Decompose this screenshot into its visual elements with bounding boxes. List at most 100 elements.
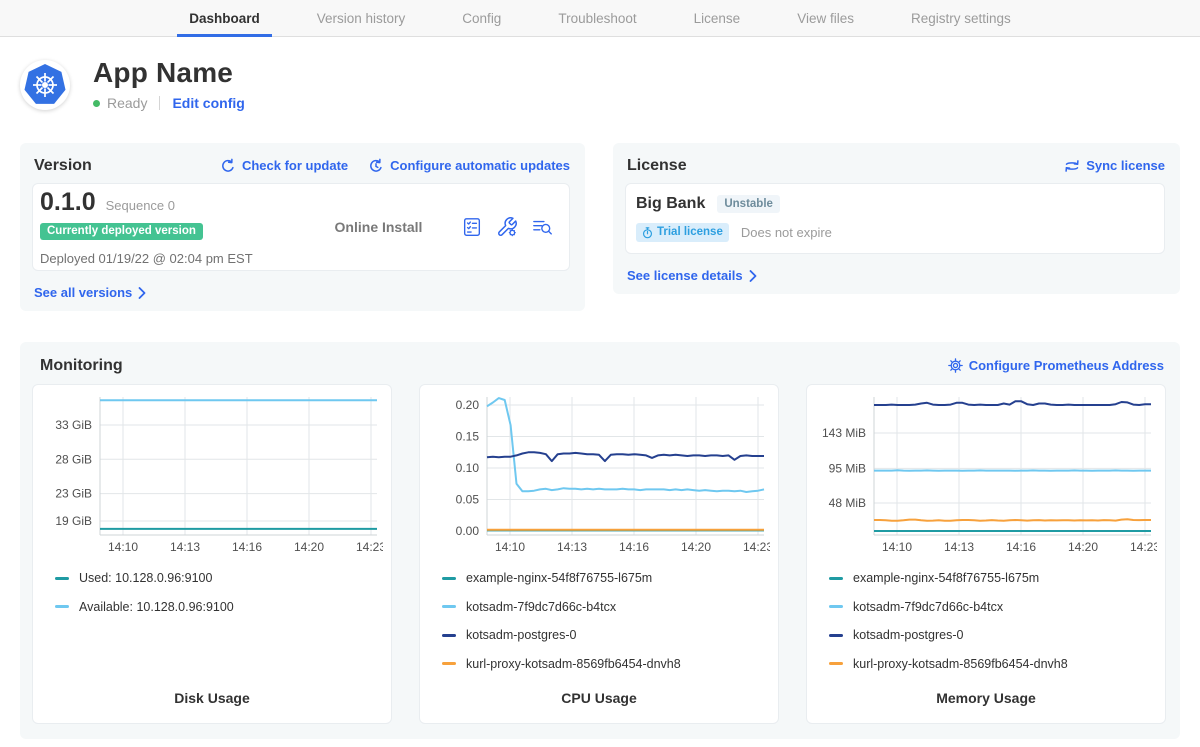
- clock-refresh-icon: [368, 158, 384, 174]
- monitoring-card: Monitoring Configure Prometheus Address: [20, 342, 1180, 739]
- tab-config[interactable]: Config: [450, 0, 513, 36]
- tab-dashboard[interactable]: Dashboard: [177, 0, 272, 36]
- legend-item: kotsadm-postgres-0: [442, 621, 778, 650]
- legend-label: Available: 10.128.0.96:9100: [79, 600, 234, 614]
- legend-label: kurl-proxy-kotsadm-8569fb6454-dnvh8: [466, 657, 681, 671]
- legend-label: Used: 10.128.0.96:9100: [79, 571, 212, 585]
- app-header: App Name Ready Edit config: [20, 58, 1180, 111]
- chart-card-cpu-usage: 0.000.050.100.150.2014:1014:1314:1614:20…: [419, 384, 779, 724]
- monitoring-title: Monitoring: [40, 356, 123, 375]
- svg-text:14:16: 14:16: [1006, 540, 1036, 554]
- tab-license[interactable]: License: [682, 0, 753, 36]
- line-chart: 19 GiB 23 GiB 28 GiB 33 GiB 14:10 14:13 14:16 1…: [33, 385, 383, 560]
- license-panel: Big Bank Unstable Trial license Does not…: [625, 183, 1165, 254]
- kubernetes-app-icon: [20, 60, 70, 110]
- legend-item: example-nginx-54f8f76755-l675m: [829, 564, 1165, 593]
- svg-text:95 MiB: 95 MiB: [829, 461, 866, 475]
- tab-version-history[interactable]: Version history: [305, 0, 418, 36]
- preflight-checks-icon[interactable]: [461, 216, 483, 238]
- svg-text:14:23: 14:23: [743, 540, 770, 554]
- legend-swatch: [442, 577, 456, 580]
- deployed-timestamp: Deployed 01/19/22 @ 02:04 pm EST: [40, 251, 296, 266]
- check-for-update-link[interactable]: Check for update: [220, 158, 348, 174]
- legend-label: kotsadm-7f9dc7d66c-b4tcx: [853, 600, 1003, 614]
- view-diff-icon[interactable]: [531, 216, 555, 238]
- svg-text:14:13: 14:13: [170, 540, 200, 554]
- svg-text:14:13: 14:13: [944, 540, 974, 554]
- chevron-right-icon: [138, 287, 146, 299]
- see-all-versions-link[interactable]: See all versions: [34, 285, 146, 300]
- legend-item: kotsadm-7f9dc7d66c-b4tcx: [829, 593, 1165, 622]
- legend-item: kotsadm-7f9dc7d66c-b4tcx: [442, 593, 778, 622]
- cards-row: Version Check for update: [20, 143, 1180, 311]
- see-license-details-link[interactable]: See license details: [627, 268, 757, 283]
- tab-registry-settings[interactable]: Registry settings: [899, 0, 1023, 36]
- gear-icon: [948, 358, 963, 373]
- stopwatch-icon: [642, 227, 653, 239]
- svg-text:28 GiB: 28 GiB: [55, 452, 92, 466]
- sync-arrows-icon: [1064, 159, 1080, 173]
- divider: [159, 96, 160, 110]
- charts-row: 19 GiB 23 GiB 28 GiB 33 GiB 14:10 14:13 14:16 1…: [32, 384, 1166, 724]
- svg-text:19 GiB: 19 GiB: [55, 514, 92, 528]
- svg-text:14:10: 14:10: [108, 540, 138, 554]
- legend-item: Used: 10.128.0.96:9100: [55, 564, 391, 593]
- configure-prometheus-link[interactable]: Configure Prometheus Address: [948, 358, 1164, 373]
- svg-text:14:20: 14:20: [294, 540, 324, 554]
- configure-automatic-updates-link[interactable]: Configure automatic updates: [368, 158, 570, 174]
- legend-item: example-nginx-54f8f76755-l675m: [442, 564, 778, 593]
- legend-item: kurl-proxy-kotsadm-8569fb6454-dnvh8: [442, 650, 778, 679]
- chart-legend: Used: 10.128.0.96:9100 Available: 10.128.…: [33, 564, 391, 621]
- chart-card-disk-usage: 19 GiB 23 GiB 28 GiB 33 GiB 14:10 14:13 14:16 1…: [32, 384, 392, 724]
- page-title: App Name: [93, 58, 245, 88]
- version-card-title: Version: [34, 156, 92, 175]
- legend-label: kotsadm-postgres-0: [466, 628, 576, 642]
- main-content: App Name Ready Edit config Version: [0, 37, 1200, 747]
- status-dot: [93, 100, 100, 107]
- kubernetes-logo-icon: [20, 60, 70, 110]
- svg-text:14:23: 14:23: [356, 540, 383, 554]
- svg-text:14:16: 14:16: [232, 540, 262, 554]
- install-type-label: Online Install: [296, 219, 461, 235]
- chart-legend: example-nginx-54f8f76755-l675m kotsadm-7f…: [420, 564, 778, 678]
- refresh-icon: [220, 158, 236, 174]
- legend-item: Available: 10.128.0.96:9100: [55, 593, 391, 622]
- legend-swatch: [442, 605, 456, 608]
- sequence-label: Sequence 0: [106, 198, 175, 213]
- edit-config-link[interactable]: Edit config: [172, 95, 244, 111]
- tab-troubleshoot[interactable]: Troubleshoot: [546, 0, 648, 36]
- license-card-title: License: [627, 156, 687, 175]
- svg-text:14:20: 14:20: [1068, 540, 1098, 554]
- svg-text:0.05: 0.05: [456, 493, 480, 507]
- legend-swatch: [829, 634, 843, 637]
- nav-tabs: Dashboard Version history Config Troublesho…: [0, 0, 1200, 36]
- svg-text:33 GiB: 33 GiB: [55, 418, 92, 432]
- svg-text:0.00: 0.00: [456, 524, 480, 538]
- license-name: Big Bank: [636, 194, 705, 213]
- config-wrench-icon[interactable]: [496, 216, 518, 238]
- svg-text:143 MiB: 143 MiB: [822, 426, 866, 440]
- legend-swatch: [55, 577, 69, 580]
- legend-swatch: [829, 662, 843, 665]
- top-nav: Dashboard Version history Config Troublesho…: [0, 0, 1200, 37]
- svg-text:23 GiB: 23 GiB: [55, 487, 92, 501]
- sync-license-link[interactable]: Sync license: [1064, 158, 1165, 173]
- chart-title: Disk Usage: [33, 690, 391, 706]
- status-text: Ready: [107, 95, 147, 111]
- version-card: Version Check for update: [20, 143, 585, 311]
- svg-text:48 MiB: 48 MiB: [829, 496, 866, 510]
- svg-text:14:13: 14:13: [557, 540, 587, 554]
- chart-title: CPU Usage: [420, 690, 778, 706]
- license-expiry: Does not expire: [741, 225, 832, 240]
- legend-swatch: [55, 605, 69, 608]
- legend-swatch: [829, 605, 843, 608]
- chart-title: Memory Usage: [807, 690, 1165, 706]
- tab-view-files[interactable]: View files: [785, 0, 866, 36]
- trial-license-badge: Trial license: [636, 223, 729, 242]
- legend-item: kurl-proxy-kotsadm-8569fb6454-dnvh8: [829, 650, 1165, 679]
- legend-swatch: [829, 577, 843, 580]
- legend-label: example-nginx-54f8f76755-l675m: [853, 571, 1039, 585]
- legend-label: example-nginx-54f8f76755-l675m: [466, 571, 652, 585]
- svg-text:14:23: 14:23: [1130, 540, 1157, 554]
- legend-swatch: [442, 662, 456, 665]
